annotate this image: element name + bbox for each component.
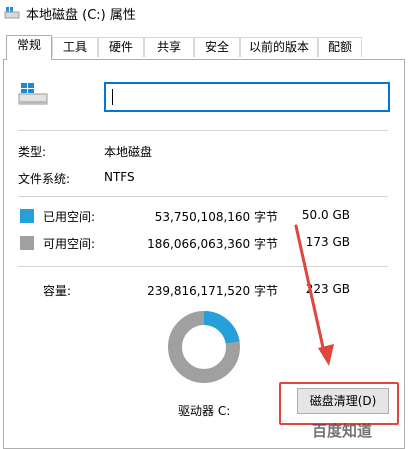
used-space-size: 50.0 GB xyxy=(301,208,350,222)
usage-donut-chart xyxy=(168,311,240,383)
tab-bar: 常规 工具 硬件 共享 安全 以前的版本 配额 xyxy=(0,35,409,60)
used-space-label: 已用空间: xyxy=(43,210,96,224)
type-label: 类型: xyxy=(18,145,47,159)
tab-general[interactable]: 常规 xyxy=(6,35,52,60)
used-space-swatch xyxy=(20,209,34,223)
capacity-label: 容量: xyxy=(43,284,72,298)
free-space-bytes: 186,066,063,360 字节 xyxy=(147,237,278,251)
title-bar: 本地磁盘 (C:) 属性 xyxy=(0,0,409,26)
free-space-size: 173 GB xyxy=(305,235,350,249)
separator xyxy=(18,266,388,267)
tab-sharing[interactable]: 共享 xyxy=(144,37,194,57)
drive-letter-label: 驱动器 C: xyxy=(178,404,231,418)
tab-quota[interactable]: 配额 xyxy=(318,37,362,57)
tab-tools[interactable]: 工具 xyxy=(52,37,98,57)
tab-previous-versions[interactable]: 以前的版本 xyxy=(240,37,318,57)
drive-icon xyxy=(4,7,20,19)
free-space-label: 可用空间: xyxy=(43,237,96,251)
used-space-bytes: 53,750,108,160 字节 xyxy=(154,210,278,224)
capacity-bytes: 239,816,171,520 字节 xyxy=(147,284,278,298)
window-title: 本地磁盘 (C:) 属性 xyxy=(26,8,136,23)
type-value: 本地磁盘 xyxy=(104,145,153,159)
drive-icon xyxy=(18,83,48,105)
filesystem-label: 文件系统: xyxy=(18,172,71,186)
free-space-swatch xyxy=(20,236,34,250)
text-caret xyxy=(112,89,113,105)
annotation-highlight-box xyxy=(279,382,399,425)
separator xyxy=(18,130,388,131)
watermark: 百度知道 xyxy=(312,422,373,440)
tab-security[interactable]: 安全 xyxy=(194,37,240,57)
separator xyxy=(18,196,388,197)
drive-name-input[interactable] xyxy=(104,82,390,112)
tab-hardware[interactable]: 硬件 xyxy=(98,37,144,57)
capacity-size: 223 GB xyxy=(305,282,350,296)
filesystem-value: NTFS xyxy=(104,170,135,184)
